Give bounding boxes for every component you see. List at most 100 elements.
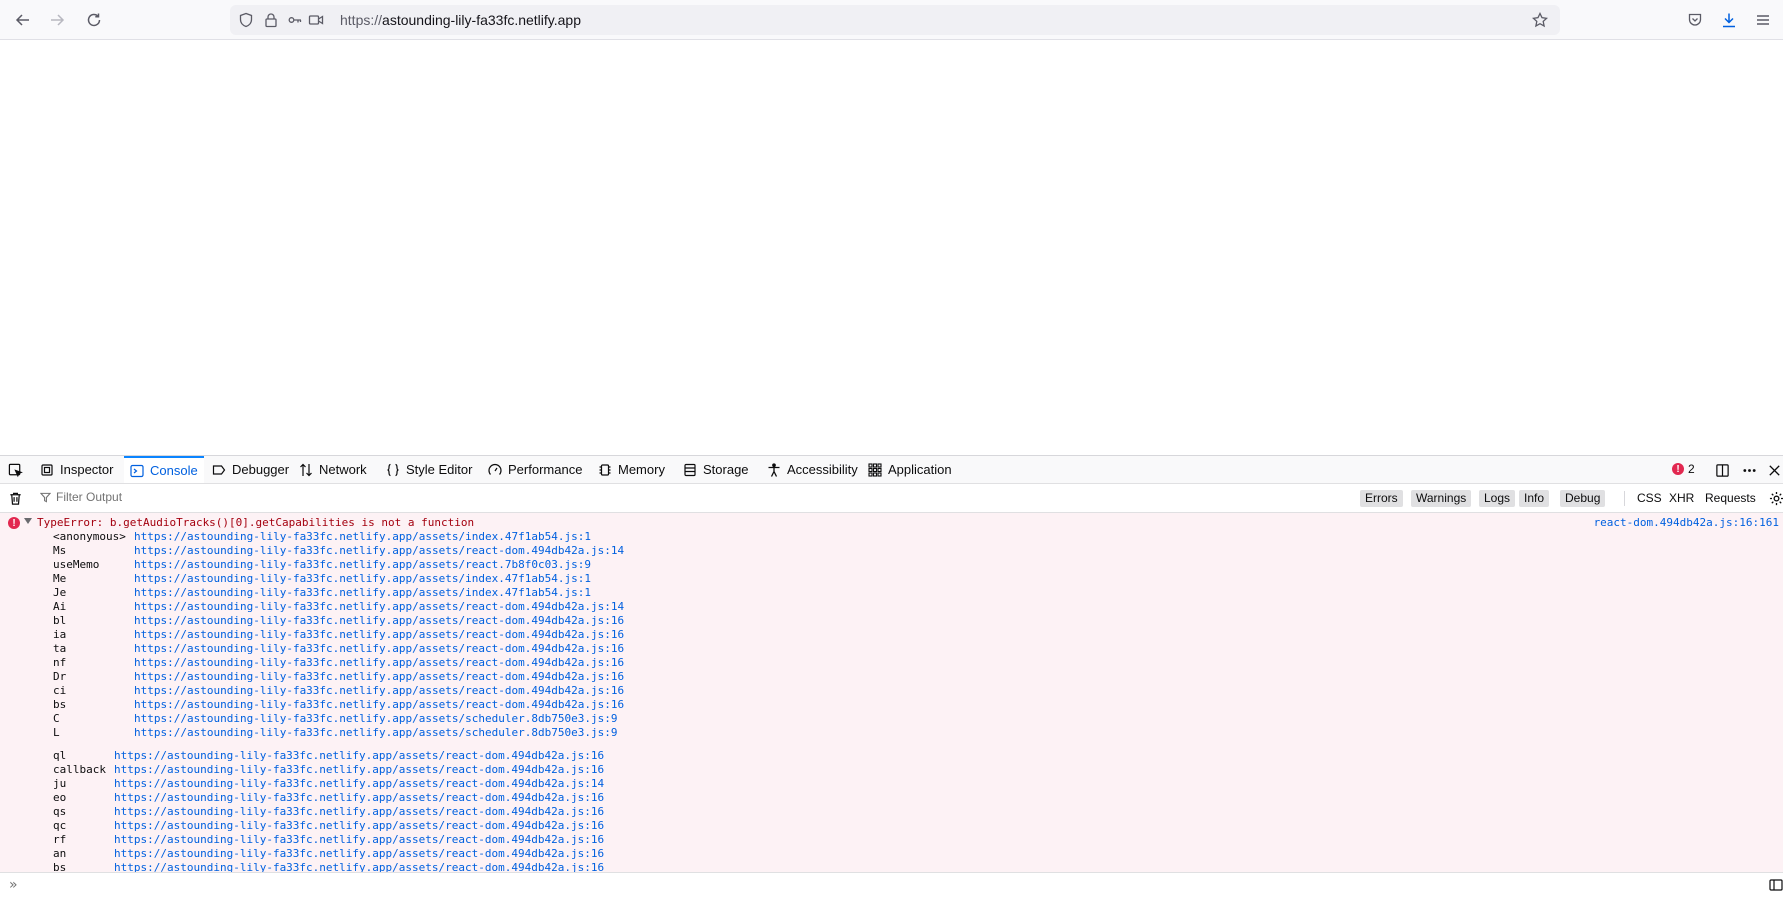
filter-logs-button[interactable]: Logs [1479,490,1516,507]
frame-function: L [53,726,60,739]
stack-frame: bs https://astounding-lily-fa33fc.netlify… [53,698,1783,712]
tab-performance[interactable]: Performance [482,456,588,483]
frame-source-link[interactable]: https://astounding-lily-fa33fc.netlify.a… [114,833,604,846]
frame-source-link[interactable]: https://astounding-lily-fa33fc.netlify.a… [114,749,604,762]
frame-source-link[interactable]: https://astounding-lily-fa33fc.netlify.a… [114,805,604,818]
frame-function: an [53,847,67,860]
url-host: astounding-lily-fa33fc.netlify.app [382,12,581,28]
tab-storage[interactable]: Storage [677,456,755,483]
storage-icon [683,463,697,477]
filter-requests-button[interactable]: Requests [1700,490,1761,507]
frame-function: Je [53,586,67,599]
filter-debug-button[interactable]: Debug [1560,490,1606,507]
tab-label: Storage [703,462,749,477]
more-options-icon[interactable] [1740,461,1758,479]
stack-frame: ci https://astounding-lily-fa33fc.netlify… [53,684,1783,698]
frame-function: ia [53,628,67,641]
stack-frame: ta https://astounding-lily-fa33fc.netlify… [53,642,1783,656]
dock-side-icon[interactable] [1713,461,1731,479]
error-count-badge[interactable]: ! 2 [1672,462,1695,476]
gear-icon[interactable] [1767,489,1783,507]
stack-frame: Je https://astounding-lily-fa33fc.netlify… [53,586,1783,600]
frame-source-link[interactable]: https://astounding-lily-fa33fc.netlify.a… [114,861,604,872]
arrow-left-icon[interactable] [10,8,36,32]
frame-function: callback [53,763,106,776]
arrow-right-icon[interactable] [44,8,70,32]
braces-icon [386,463,400,477]
tracking-shield-icon[interactable] [238,12,254,28]
trash-icon[interactable] [6,489,24,507]
star-icon[interactable] [1532,12,1548,28]
filter-warnings-button[interactable]: Warnings [1411,490,1472,507]
frame-source-link[interactable]: https://astounding-lily-fa33fc.netlify.a… [134,530,591,543]
filter-xhr-button[interactable]: XHR [1664,490,1699,507]
hamburger-menu-icon[interactable] [1750,8,1776,32]
tab-style-editor[interactable]: Style Editor [380,456,478,483]
element-picker-icon[interactable] [6,461,24,479]
frame-source-link[interactable]: https://astounding-lily-fa33fc.netlify.a… [134,628,624,641]
console-output: ! TypeError: b.getAudioTracks()[0].getCa… [0,513,1783,872]
filter-css-button[interactable]: CSS [1632,490,1667,507]
filter-errors-button[interactable]: Errors [1360,490,1403,507]
frame-source-link[interactable]: https://astounding-lily-fa33fc.netlify.a… [114,791,604,804]
tab-label: Application [888,462,952,477]
frame-source-link[interactable]: https://astounding-lily-fa33fc.netlify.a… [134,544,624,557]
frame-source-link[interactable]: https://astounding-lily-fa33fc.netlify.a… [134,670,624,683]
tab-debugger[interactable]: Debugger [206,456,295,483]
tab-memory[interactable]: Memory [592,456,671,483]
frame-source-link[interactable]: https://astounding-lily-fa33fc.netlify.a… [134,572,591,585]
frame-source-link[interactable]: https://astounding-lily-fa33fc.netlify.a… [134,656,624,669]
tab-application[interactable]: Application [862,456,958,483]
lock-icon[interactable] [263,12,279,28]
frame-source-link[interactable]: https://astounding-lily-fa33fc.netlify.a… [134,586,591,599]
filter-output-input[interactable]: Filter Output [40,490,122,504]
frame-function: ci [53,684,67,697]
stack-frame: bl https://astounding-lily-fa33fc.netlify… [53,614,1783,628]
tab-label: Inspector [60,462,114,477]
error-message: TypeError: b.getAudioTracks()[0].getCapa… [37,516,475,529]
error-count: 2 [1688,462,1695,476]
expand-triangle-icon[interactable] [24,518,32,524]
tab-network[interactable]: Network [293,456,373,483]
frame-function: useMemo [53,558,100,571]
frame-source-link[interactable]: https://astounding-lily-fa33fc.netlify.a… [114,819,604,832]
frame-source-link[interactable]: https://astounding-lily-fa33fc.netlify.a… [134,600,624,613]
url-bar[interactable]: https://astounding-lily-fa33fc.netlify.a… [230,5,1560,35]
frame-source-link[interactable]: https://astounding-lily-fa33fc.netlify.a… [134,712,617,725]
frame-source-link[interactable]: https://astounding-lily-fa33fc.netlify.a… [114,777,604,790]
reload-icon[interactable] [81,8,107,32]
stack-frame: eo https://astounding-lily-fa33fc.netlify… [53,791,1783,805]
browser-toolbar: https://astounding-lily-fa33fc.netlify.a… [0,0,1783,40]
permissions-icon[interactable] [287,12,303,28]
editor-mode-icon[interactable] [1769,878,1783,892]
tab-accessibility[interactable]: Accessibility [761,456,864,483]
frame-source-link[interactable]: https://astounding-lily-fa33fc.netlify.a… [134,684,624,697]
frame-source-link[interactable]: https://astounding-lily-fa33fc.netlify.a… [134,726,617,739]
frame-source-link[interactable]: https://astounding-lily-fa33fc.netlify.a… [114,763,604,776]
frame-function: ql [53,749,67,762]
stack-frame: qc https://astounding-lily-fa33fc.netlify… [53,819,1783,833]
error-icon: ! [1672,463,1684,475]
gauge-icon [488,463,502,477]
url-text[interactable]: https://astounding-lily-fa33fc.netlify.a… [340,12,581,28]
filter-info-button[interactable]: Info [1519,490,1550,507]
close-icon[interactable] [1765,461,1783,479]
inspector-icon [40,463,54,477]
devtools-panel: Inspector Console Debugger Network Style Edi… [0,455,1783,919]
tab-inspector[interactable]: Inspector [34,456,119,483]
error-message-row[interactable]: ! TypeError: b.getAudioTracks()[0].getCa… [0,516,1783,530]
camera-icon[interactable] [308,12,324,28]
tab-console[interactable]: Console [124,456,204,483]
frame-function: rf [53,833,67,846]
error-location-link[interactable]: react-dom.494db42a.js:16:161 [1594,516,1779,529]
console-input[interactable]: » [0,872,1783,919]
frame-source-link[interactable]: https://astounding-lily-fa33fc.netlify.a… [134,698,624,711]
frame-source-link[interactable]: https://astounding-lily-fa33fc.netlify.a… [134,614,624,627]
frame-source-link[interactable]: https://astounding-lily-fa33fc.netlify.a… [134,558,591,571]
filter-divider [1624,491,1625,506]
pocket-icon[interactable] [1682,8,1708,32]
frame-function: eo [53,791,67,804]
download-icon[interactable] [1716,8,1742,32]
frame-source-link[interactable]: https://astounding-lily-fa33fc.netlify.a… [134,642,624,655]
frame-source-link[interactable]: https://astounding-lily-fa33fc.netlify.a… [114,847,604,860]
